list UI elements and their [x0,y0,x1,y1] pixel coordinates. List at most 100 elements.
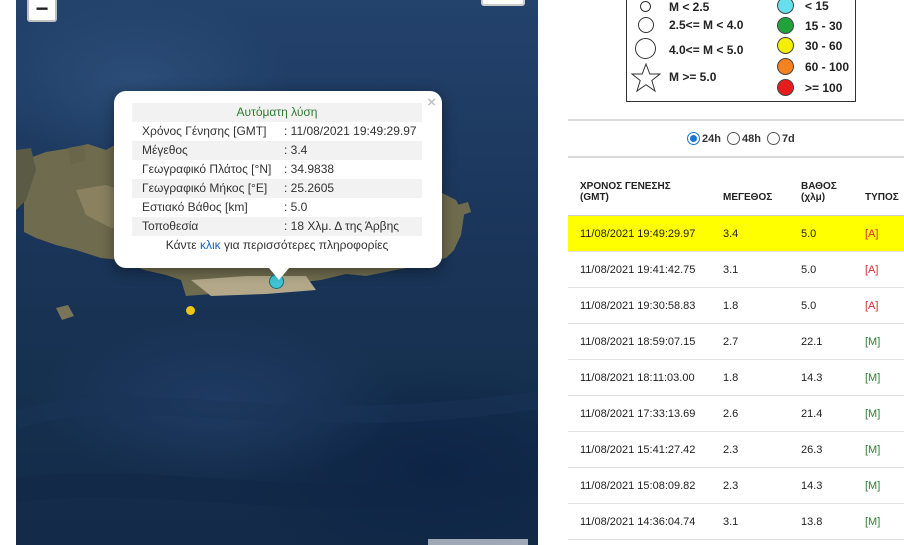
layers-control[interactable] [481,0,525,6]
legend: M < 2.5 2.5<= M < 4.0 4.0<= M < 5.0 M >=… [626,0,856,102]
popup-footer-text: Κάντε [165,238,200,252]
cell-time: 11/08/2021 18:11:03.00 [580,372,695,384]
table-row[interactable]: 11/08/2021 18:59:07.15 2.7 22.1 [M] [568,324,904,360]
cell-depth: 5.0 [801,228,817,240]
coast-area [191,276,316,296]
earthquake-marker[interactable] [186,306,195,315]
cell-depth: 26.3 [801,444,823,456]
radio-label-7d[interactable]: 7d [782,133,795,145]
earthquake-popup: × Αυτόματη λύση Χρόνος Γένησης [GMT]: 11… [114,91,442,280]
column-header-depth[interactable]: ΒΑΘΟΣ (χλμ) [801,181,837,203]
sea-texture [16,391,538,429]
table-row[interactable]: 11/08/2021 15:41:27.42 2.3 26.3 [M] [568,432,904,468]
popup-detail-row: Γεωγραφικό Μήκος [°E]: 25.2605 [132,179,422,198]
table-row[interactable]: 11/08/2021 17:33:13.69 2.6 21.4 [M] [568,396,904,432]
legend-depth-label: 15 - 30 [805,19,843,33]
popup-detail-row: Μέγεθος : 3.4 [132,141,422,160]
depth-color-dot [777,0,794,14]
page: − × Αυτόματη λύση Χρόνος Γένησης [GMT]: … [0,0,904,545]
legend-depth-label: >= 100 [805,81,843,95]
table-row[interactable]: 11/08/2021 15:08:09.82 2.3 14.3 [M] [568,468,904,504]
legend-magnitude-label: 4.0<= M < 5.0 [669,43,744,57]
cell-type: [M] [865,372,881,384]
more-info-link[interactable]: κλικ [200,238,221,252]
popup-detail-value: : 5.0 [284,200,308,214]
cell-magnitude: 3.1 [723,264,739,276]
radio-24h[interactable] [687,132,700,145]
cell-time: 11/08/2021 14:36:04.74 [580,516,696,528]
cell-magnitude: 1.8 [723,300,739,312]
cell-magnitude: 2.3 [723,444,739,456]
table-row[interactable]: 11/08/2021 19:41:42.75 3.1 5.0 [A] [568,252,904,288]
legend-magnitude-label: M >= 5.0 [669,70,717,84]
cell-depth: 14.3 [801,372,823,384]
popup-detail-key: Γεωγραφικό Μήκος [°E] [142,181,268,195]
cell-depth: 14.3 [801,480,823,492]
zoom-out-button[interactable]: − [27,0,57,22]
depth-color-dot [777,79,794,96]
legend-magnitude-label: 2.5<= M < 4.0 [669,18,744,32]
map-attribution [428,539,528,545]
magnitude-star-icon [631,63,661,93]
radio-7d[interactable] [766,132,780,145]
cell-type: [M] [865,516,881,528]
cell-time: 11/08/2021 17:33:13.69 [580,408,696,420]
radio-label-24h[interactable]: 24h [702,133,721,145]
popup-detail-row: Τοποθεσία: 18 Χλμ. Δ της Άρβης [132,217,422,236]
cell-time: 11/08/2021 15:08:09.82 [580,480,696,492]
depth-color-dot [777,17,794,34]
magnitude-circle-small [640,1,651,12]
cell-depth: 13.8 [801,516,823,528]
depth-color-dot [777,37,794,54]
table-row[interactable]: 11/08/2021 19:49:29.97 3.4 5.0 [A] [568,216,904,252]
radio-label-48h[interactable]: 48h [742,133,761,145]
column-header-type[interactable]: ΤΥΠΟΣ [865,192,899,203]
magnitude-circle-large [635,38,656,59]
popup-detail-value: : 3.4 [284,143,308,157]
column-header-time[interactable]: ΧΡΟΝΟΣ ΓΕΝΕΣΗΣ (GMT) [580,181,671,203]
cell-time: 11/08/2021 19:41:42.75 [580,264,696,276]
table-row[interactable]: 11/08/2021 18:11:03.00 1.8 14.3 [M] [568,360,904,396]
column-header-time-line1: ΧΡΟΝΟΣ ΓΕΝΕΣΗΣ [580,181,671,192]
time-filter: 24h 48h 7d [687,132,799,145]
islet [56,305,74,320]
cell-time: 11/08/2021 15:41:27.42 [580,444,696,456]
divider [568,156,904,158]
legend-depth-label: 30 - 60 [805,39,843,53]
popup-footer: Κάντε κλικ για περισσότερες πληροφορίες [132,236,422,255]
popup-detail-row: Εστιακό Βάθος [km] : 5.0 [132,198,422,217]
popup-detail-key: Εστιακό Βάθος [km] [142,200,248,214]
divider [568,119,904,121]
cell-type: [M] [865,336,881,348]
popup-detail-key: Μέγεθος [142,143,188,157]
legend-depth-label: 60 - 100 [805,60,850,74]
table-row[interactable]: 11/08/2021 19:30:58.83 1.8 5.0 [A] [568,288,904,324]
table-row[interactable]: 11/08/2021 14:36:04.74 3.1 13.8 [M] [568,504,904,540]
popup-details: Χρόνος Γένησης [GMT]: 11/08/2021 19:49:2… [132,122,422,236]
cell-magnitude: 3.1 [723,516,739,528]
legend-depth-label: < 15 [805,0,829,13]
cell-time: 11/08/2021 18:59:07.15 [580,336,696,348]
cell-magnitude: 2.6 [723,408,739,420]
sea-texture [16,468,538,509]
cell-type: [A] [865,228,879,240]
cell-depth: 22.1 [801,336,823,348]
cell-depth: 5.0 [801,264,817,276]
depth-color-dot [777,58,794,75]
table-header: ΧΡΟΝΟΣ ΓΕΝΕΣΗΣ (GMT) ΜΕΓΕΘΟΣ ΒΑΘΟΣ (χλμ)… [568,160,904,216]
radio-48h[interactable] [726,132,740,145]
popup-detail-value: : 18 Χλμ. Δ της Άρβης [284,219,400,233]
cell-magnitude: 1.8 [723,372,739,384]
cell-time: 11/08/2021 19:49:29.97 [580,228,696,240]
column-header-magnitude[interactable]: ΜΕΓΕΘΟΣ [723,192,772,203]
column-header-time-line2: (GMT) [580,192,609,203]
cell-depth: 5.0 [801,300,817,312]
popup-close-button[interactable]: × [427,94,436,111]
cell-type: [M] [865,408,881,420]
popup-detail-row: Χρόνος Γένησης [GMT]: 11/08/2021 19:49:2… [132,122,422,141]
popup-detail-key: Χρόνος Γένησης [GMT] [142,124,267,138]
popup-detail-key: Γεωγραφικό Πλάτος [°N] [142,162,272,176]
popup-title: Αυτόματη λύση [132,103,422,122]
map[interactable]: − × Αυτόματη λύση Χρόνος Γένησης [GMT]: … [16,0,538,545]
popup-detail-value: : 34.9838 [284,162,335,176]
